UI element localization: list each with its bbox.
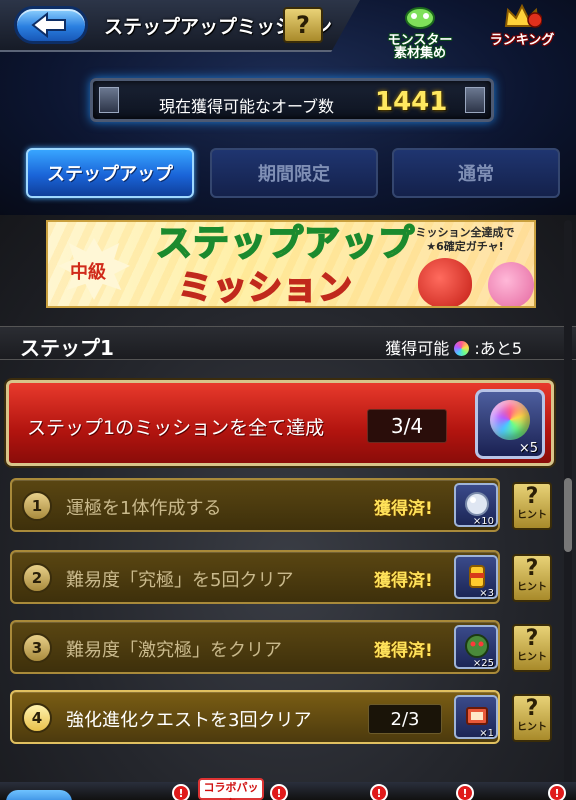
tab-normal[interactable]: 通常 [392, 148, 560, 198]
tab-limited[interactable]: 期間限定 [210, 148, 378, 198]
acquired-status: 獲得済! [374, 571, 433, 591]
mission-reward: ×10 [454, 483, 498, 527]
monster-collect-label: モンスター 素材集め [387, 33, 453, 61]
hint-button-4[interactable]: ? ヒント [512, 694, 552, 742]
mission-row-4[interactable]: 4 強化進化クエストを3回クリア 2/3 ×1 [10, 690, 500, 744]
reward-quantity: ×25 [472, 658, 494, 669]
hint-label: ヒント [517, 652, 547, 663]
mission-reward: ×25 [454, 625, 498, 669]
reward-quantity: ×1 [479, 728, 494, 739]
hint-button-2[interactable]: ? ヒント [512, 554, 552, 602]
pink-monster-mascot-icon [488, 262, 534, 306]
monster-collect-button[interactable]: モンスター 素材集め [376, 2, 464, 60]
question-icon: ? [525, 696, 539, 721]
alert-badge-icon: ! [172, 784, 190, 800]
hint-label: ヒント [517, 582, 547, 593]
hint-button-1[interactable]: ? ヒント [512, 482, 552, 530]
ranking-label: ランキング [489, 33, 555, 48]
monster-item-icon [465, 634, 489, 658]
mission-reward: ×3 [454, 555, 498, 599]
question-icon: ? [525, 626, 539, 651]
mission-number: 3 [22, 633, 52, 663]
mission-number: 2 [22, 563, 52, 593]
bottom-menu-button[interactable] [6, 790, 72, 800]
mission-text: 難易度「激究極」をクリア [66, 640, 282, 661]
stepup-mission-banner: 中級 ステップアップ ミッション ミッション全達成で ★6確定ガチャ! [46, 220, 536, 308]
scroll-item-icon [466, 707, 488, 725]
reward-quantity: ×10 [472, 516, 494, 527]
orb-icon [454, 341, 470, 356]
mission-text: 運極を1体作成する [66, 498, 222, 519]
step-complete-mission[interactable]: ステップ1のミッションを全て達成 3/4 ×5 [6, 380, 554, 466]
main-mission-reward: ×5 [475, 389, 545, 459]
panel-end-cap-left [99, 87, 119, 113]
help-button[interactable]: ? [283, 7, 323, 43]
acquired-status: 獲得済! [374, 641, 433, 661]
pearl-ball-icon [465, 492, 489, 516]
ranking-button[interactable]: ランキング [478, 2, 566, 54]
alert-badge-icon: ! [548, 784, 566, 800]
alert-badge-icon: ! [456, 784, 474, 800]
main-mission-text: ステップ1のミッションを全て達成 [27, 417, 325, 439]
mission-row-1[interactable]: 1 運極を1体作成する 獲得済! ×10 [10, 478, 500, 532]
mission-text: 強化進化クエストを3回クリア [66, 710, 312, 731]
step-remaining: 獲得可能 :あと5 [385, 335, 522, 359]
orb-count-label: 現在獲得可能なオーブ数 [159, 97, 335, 116]
step-remaining-count: :あと5 [474, 339, 522, 358]
back-button[interactable] [14, 6, 88, 44]
mission-row-3[interactable]: 3 難易度「激究極」をクリア 獲得済! ×25 [10, 620, 500, 674]
orb-count-value: 1441 [375, 87, 448, 117]
alert-badge-icon: ! [370, 784, 388, 800]
scrollbar-thumb[interactable] [564, 478, 572, 552]
hint-label: ヒント [517, 510, 547, 521]
mission-reward: ×1 [454, 695, 498, 739]
collab-pack-badge[interactable]: コラボパック [198, 778, 264, 800]
orb-icon [490, 400, 530, 440]
mission-text: 難易度「究極」を5回クリア [66, 570, 294, 591]
energy-can-icon [469, 565, 485, 588]
reward-quantity: ×5 [518, 441, 538, 456]
orb-count-panel: 現在獲得可能なオーブ数 1441 [90, 78, 494, 122]
question-icon: ? [525, 484, 539, 509]
step-title: ステップ1 [20, 336, 114, 360]
alert-badge-icon: ! [270, 784, 288, 800]
hint-label: ヒント [517, 722, 547, 733]
step-header: ステップ1 獲得可能 :あと5 [0, 326, 576, 360]
red-monster-mascot-icon [418, 258, 472, 306]
monster-collect-icon [405, 7, 435, 29]
crown-icon [504, 3, 543, 28]
acquired-status: 獲得済! [374, 499, 433, 519]
tab-stepup[interactable]: ステップアップ [26, 148, 194, 198]
bottom-menu-strip [0, 782, 576, 800]
back-arrow-icon [31, 12, 66, 38]
banner-side-text: ミッション全達成で ★6確定ガチャ! [415, 226, 515, 253]
hint-button-3[interactable]: ? ヒント [512, 624, 552, 672]
reward-quantity: ×3 [479, 588, 494, 599]
step-remaining-prefix: 獲得可能 [385, 339, 450, 358]
banner-title-line2: ミッション [177, 267, 353, 308]
mission-number: 4 [22, 703, 52, 733]
mission-number: 1 [22, 491, 52, 521]
mission-progress: 2/3 [368, 704, 442, 734]
level-badge-text: 中級 [70, 262, 106, 283]
mission-row-2[interactable]: 2 難易度「究極」を5回クリア 獲得済! ×3 [10, 550, 500, 604]
mission-list-scrollbar[interactable] [564, 220, 572, 800]
main-mission-progress: 3/4 [367, 409, 447, 443]
question-icon: ? [525, 556, 539, 581]
panel-end-cap-right [465, 87, 485, 113]
